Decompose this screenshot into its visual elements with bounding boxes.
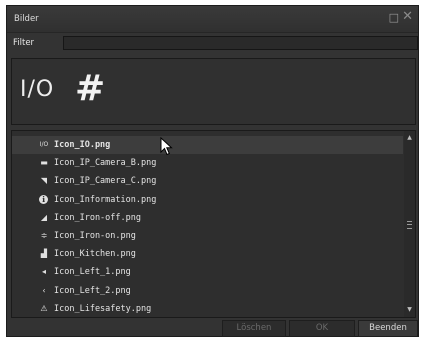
iron-icon: ◢: [40, 212, 48, 222]
list-item[interactable]: I/O Icon_IO.png: [12, 136, 403, 154]
image-picker-window: Bilder □ ✕ Filter I/O # ▲ ▼ I/O Icon_IO.p…: [6, 5, 419, 337]
ok-button[interactable]: OK: [289, 320, 355, 337]
list-item-label: Icon_IP_Camera_B.png: [54, 158, 157, 169]
filter-row: Filter: [7, 33, 418, 55]
info-icon: ℹ: [39, 194, 48, 204]
delete-button[interactable]: Löschen: [222, 320, 286, 337]
image-list[interactable]: ▲ ▼ I/O Icon_IO.png ▬ Icon_IP_Camera_B.png ◥…: [11, 130, 416, 318]
button-bar: Löschen OK Beenden: [7, 320, 418, 338]
list-item[interactable]: ▬ Icon_IP_Camera_B.png: [12, 154, 403, 172]
maximize-icon[interactable]: □: [389, 12, 399, 24]
list-item-label: Icon_Kitchen.png: [54, 249, 136, 260]
list-item[interactable]: ◂ Icon_Left_1.png: [12, 263, 403, 281]
preview-hash-icon: #: [75, 68, 106, 109]
list-item[interactable]: ⚠ Icon_Lifesafety.png: [12, 300, 403, 317]
arrow-left-icon: ◂: [41, 267, 46, 277]
vertical-scrollbar[interactable]: ▲ ▼: [404, 131, 415, 317]
list-item-label: Icon_Left_2.png: [54, 285, 131, 296]
list-item-label: Icon_Lifesafety.png: [54, 303, 152, 314]
iron-on-icon: ≑: [40, 231, 48, 240]
io-icon: I/O: [39, 141, 49, 148]
kitchen-icon: ▟: [40, 249, 48, 259]
mouse-cursor-icon: [160, 137, 173, 156]
camera-icon: ▬: [40, 158, 48, 168]
list-item-label: Icon_Iron-off.png: [54, 212, 141, 223]
scroll-grip-icon[interactable]: [407, 221, 412, 229]
image-preview: I/O #: [11, 58, 416, 125]
chevron-left-icon: ‹: [42, 285, 46, 295]
scroll-up-icon[interactable]: ▲: [404, 133, 415, 143]
filter-input[interactable]: [63, 36, 418, 50]
list-item-label: Icon_Iron-on.png: [54, 231, 136, 241]
list-item[interactable]: ◥ Icon_IP_Camera_C.png: [12, 172, 403, 190]
list-item[interactable]: ℹ Icon_Information.png: [12, 191, 403, 209]
title-bar[interactable]: Bilder □ ✕: [7, 6, 418, 33]
camera-wall-icon: ◥: [40, 176, 48, 186]
list-item-label: Icon_Information.png: [54, 194, 157, 205]
list-item[interactable]: ▟ Icon_Kitchen.png: [12, 245, 403, 263]
scroll-down-icon[interactable]: ▼: [404, 305, 415, 315]
warning-icon: ⚠: [40, 303, 48, 313]
list-item-label: Icon_IO.png: [54, 140, 111, 150]
preview-io-icon: I/O: [20, 77, 55, 102]
list-item-label: Icon_IP_Camera_C.png: [54, 176, 157, 187]
quit-button[interactable]: Beenden: [358, 320, 418, 337]
list-item[interactable]: ◢ Icon_Iron-off.png: [12, 209, 403, 227]
close-icon[interactable]: ✕: [402, 10, 413, 23]
list-item[interactable]: ‹ Icon_Left_2.png: [12, 282, 403, 300]
list-item[interactable]: ≑ Icon_Iron-on.png: [12, 227, 403, 245]
filter-label: Filter: [13, 38, 35, 48]
window-title: Bilder: [14, 14, 39, 24]
list-item-label: Icon_Left_1.png: [54, 267, 131, 278]
